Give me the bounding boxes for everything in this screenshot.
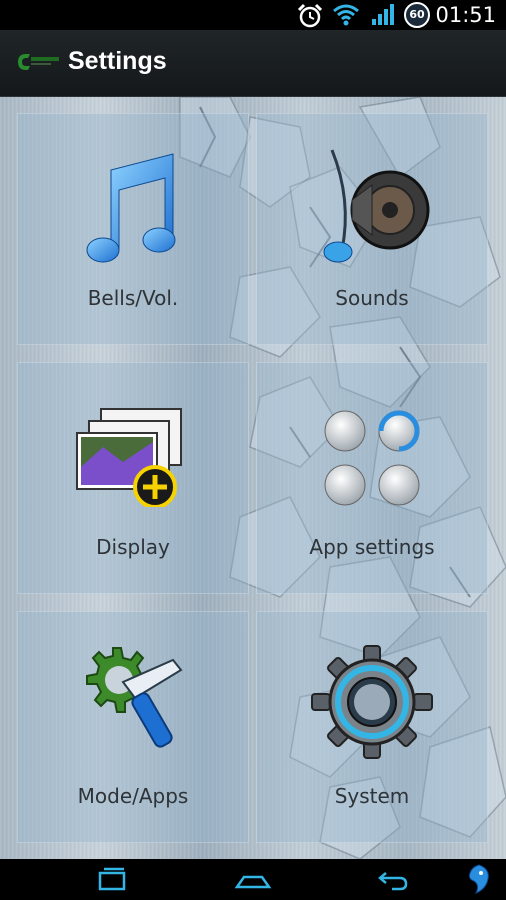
navigation-bar xyxy=(0,859,506,900)
tile-display[interactable]: Display xyxy=(17,362,249,594)
tile-mode-apps[interactable]: Mode/Apps xyxy=(17,611,249,843)
tile-sounds[interactable]: Sounds xyxy=(256,113,488,345)
app-grid-icon xyxy=(324,410,420,506)
app-logo-icon[interactable] xyxy=(16,52,62,72)
status-bar: 60 01:51 xyxy=(0,0,506,30)
page-title: Settings xyxy=(68,47,167,75)
tile-label: App settings xyxy=(309,535,435,559)
tile-label: Sounds xyxy=(335,286,409,310)
speaker-icon xyxy=(323,149,430,263)
battery-icon: 60 xyxy=(404,2,430,28)
back-icon[interactable] xyxy=(376,867,410,891)
display-photos-icon xyxy=(76,408,182,507)
settings-grid: Bells/Vol. Sounds Display App settings M… xyxy=(0,97,506,859)
tile-label: Display xyxy=(96,535,170,559)
gear-icon xyxy=(311,645,433,759)
tile-label: System xyxy=(334,784,410,808)
tile-bells-vol[interactable]: Bells/Vol. xyxy=(17,113,249,345)
tile-app-settings[interactable]: App settings xyxy=(256,362,488,594)
alarm-icon xyxy=(297,3,323,28)
home-icon[interactable] xyxy=(234,867,272,891)
status-time: 01:51 xyxy=(435,3,496,27)
tile-label: Mode/Apps xyxy=(77,784,189,808)
music-note-icon xyxy=(86,153,176,263)
tile-label: Bells/Vol. xyxy=(87,286,179,310)
tools-icon xyxy=(86,647,183,748)
wifi-icon xyxy=(333,4,359,26)
signal-icon xyxy=(372,4,394,25)
battery-level-text: 60 xyxy=(409,8,425,21)
tile-system[interactable]: System xyxy=(256,611,488,843)
recent-apps-icon[interactable] xyxy=(96,867,128,891)
dragon-logo-icon[interactable] xyxy=(464,863,494,895)
action-bar: Settings xyxy=(0,30,506,97)
